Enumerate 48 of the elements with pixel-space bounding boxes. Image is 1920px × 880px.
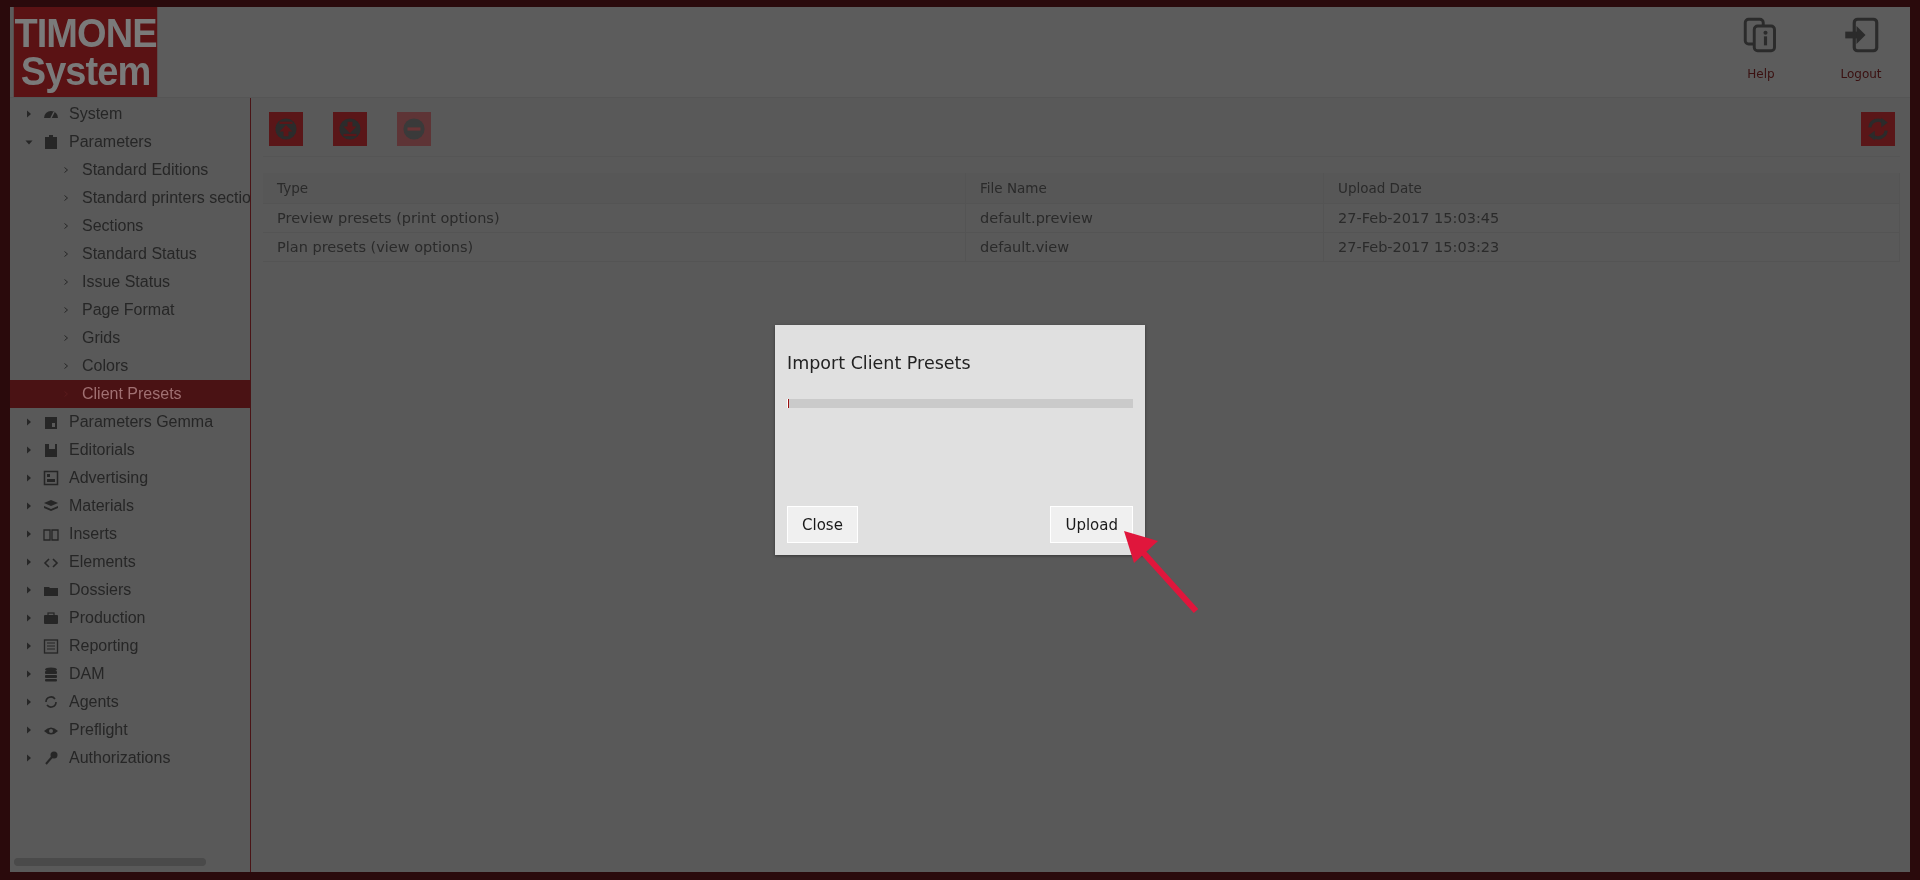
header-button[interactable]: Logout (1826, 7, 1896, 97)
caret-right-icon (25, 613, 33, 623)
header-button[interactable]: Help (1726, 7, 1796, 97)
caret-right-icon (25, 669, 33, 679)
chevron-right-icon (62, 193, 70, 203)
database-icon (43, 666, 59, 682)
refresh-button[interactable] (1861, 112, 1895, 146)
caret-right-icon (25, 529, 33, 539)
key-icon (43, 750, 59, 766)
layers-icon (43, 498, 59, 514)
sync-icon (43, 694, 59, 710)
caret-right-icon (25, 417, 33, 427)
chevron-right-icon (62, 361, 70, 371)
logout-icon (1843, 17, 1879, 53)
newspaper-icon (43, 470, 59, 486)
chevron-right-icon (62, 333, 70, 343)
clipboard-icon (43, 414, 59, 430)
briefcase-icon (43, 610, 59, 626)
caret-right-icon (25, 109, 33, 119)
refresh-icon (1865, 116, 1891, 142)
caret-right-icon (25, 641, 33, 651)
download-button[interactable] (333, 112, 367, 146)
caret-right-icon (25, 473, 33, 483)
chevron-right-icon (62, 165, 70, 175)
tree-item[interactable]: Client Presets (10, 380, 250, 408)
logo-text: TIMONE (14, 14, 157, 52)
upload-button[interactable] (269, 112, 303, 146)
upload-button[interactable]: Upload (1050, 506, 1133, 543)
info-document-icon (1743, 17, 1779, 53)
chevron-right-icon (62, 221, 70, 231)
chevron-right-icon (62, 249, 70, 259)
caret-right-icon (25, 501, 33, 511)
caret-right-icon (25, 557, 33, 567)
upload-icon (273, 116, 299, 142)
close-button[interactable]: Close (787, 506, 858, 543)
list-icon (43, 638, 59, 654)
minus-circle-icon (401, 116, 427, 142)
caret-right-icon (25, 445, 33, 455)
dialog-title: Import Client Presets (787, 353, 972, 373)
caret-right-icon (25, 585, 33, 595)
chevron-right-icon (62, 277, 70, 287)
caret-right-icon (25, 697, 33, 707)
chevron-right-icon (62, 305, 70, 315)
caret-right-icon (25, 753, 33, 763)
book-icon (43, 526, 59, 542)
download-icon (337, 116, 363, 142)
clipboard-icon (43, 134, 59, 150)
caret-right-icon (25, 725, 33, 735)
